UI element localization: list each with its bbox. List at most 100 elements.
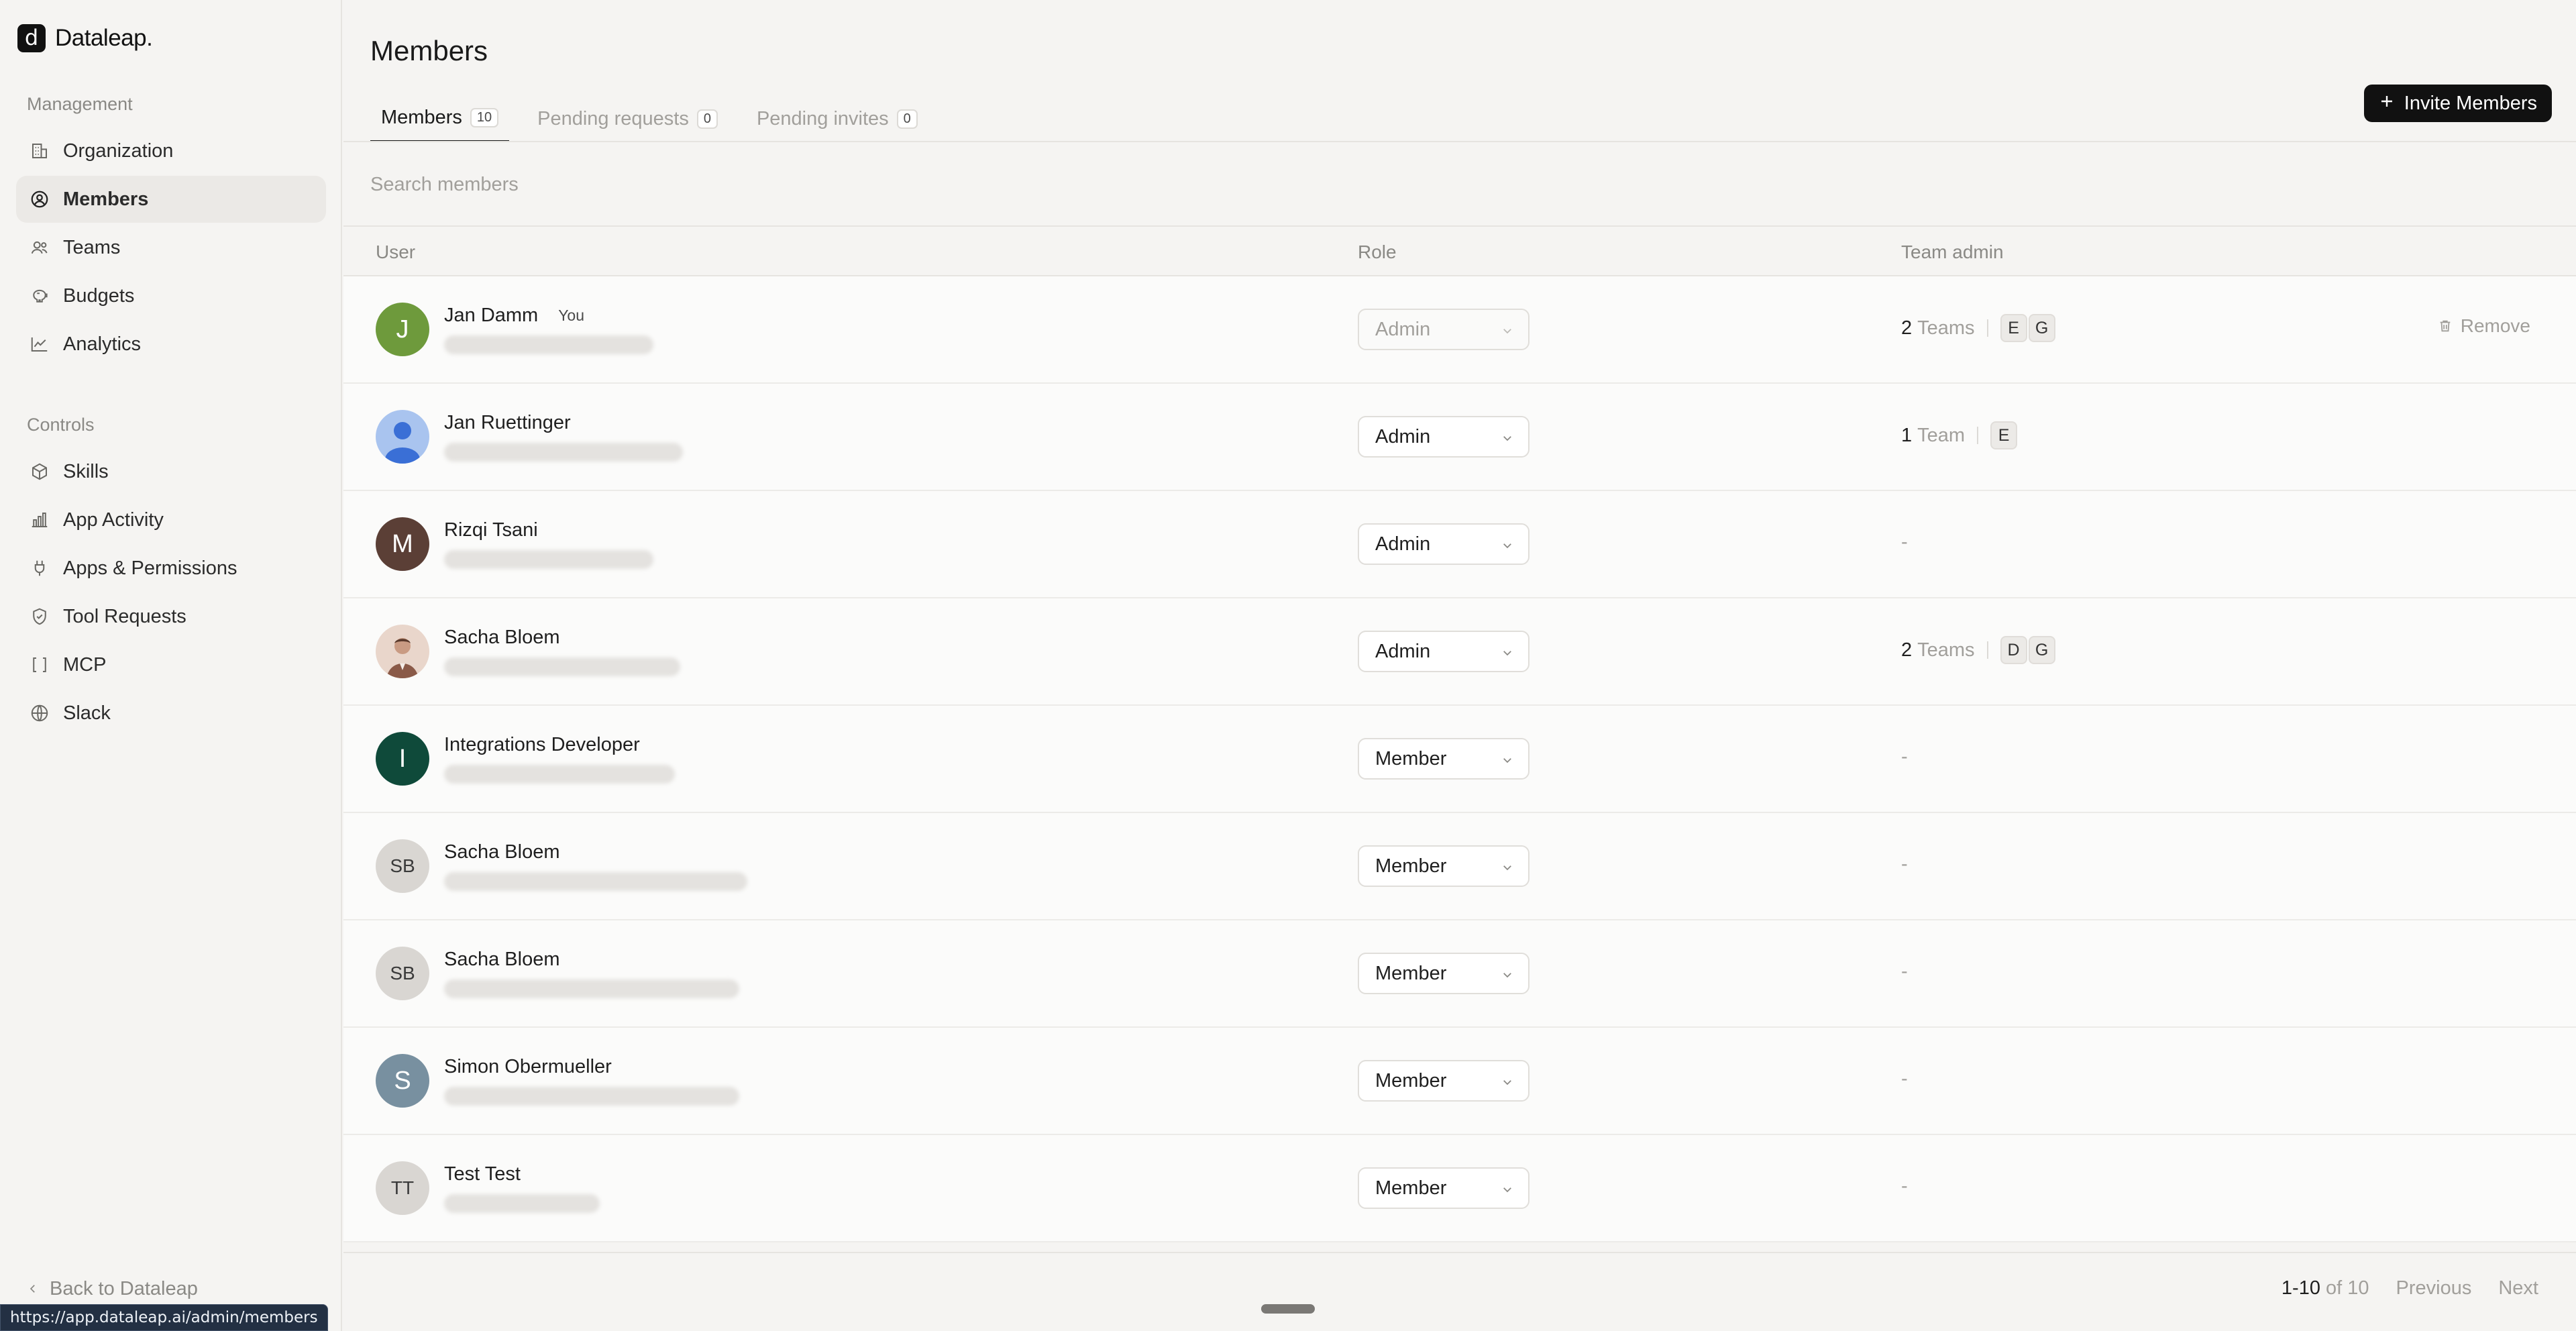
sidebar-item-label: App Activity xyxy=(63,509,164,531)
brand-logo[interactable]: d Dataleap. xyxy=(17,24,153,52)
sidebar-item-analytics[interactable]: Analytics xyxy=(16,321,326,368)
pagination-total: of 10 xyxy=(2326,1277,2369,1299)
sidebar-item-skills[interactable]: Skills xyxy=(16,448,326,495)
sidebar-item-mcp[interactable]: MCP xyxy=(16,641,326,688)
tab-pending-invites[interactable]: Pending invites 0 xyxy=(746,95,928,142)
role-select[interactable]: Admin xyxy=(1358,416,1529,458)
avatar: SB xyxy=(376,947,429,1000)
sidebar-item-apps-permissions[interactable]: Apps & Permissions xyxy=(16,545,326,592)
member-name: Sacha Bloem xyxy=(444,949,560,971)
team-chip[interactable]: G xyxy=(2028,314,2055,342)
blurred-email xyxy=(444,979,739,998)
role-select[interactable]: Member xyxy=(1358,1060,1529,1102)
sidebar-item-app-activity[interactable]: App Activity xyxy=(16,496,326,543)
team-chip[interactable]: G xyxy=(2028,636,2055,664)
sidebar-item-members[interactable]: Members xyxy=(16,176,326,223)
team-count-label: Teams xyxy=(1917,317,1975,339)
back-to-dataleap-link[interactable]: Back to Dataleap xyxy=(27,1278,198,1300)
sidebar-item-label: Tool Requests xyxy=(63,605,186,627)
table-row: S Simon Obermueller Member - xyxy=(343,1028,2576,1135)
avatar xyxy=(376,410,429,464)
team-divider xyxy=(1986,641,1988,659)
team-divider xyxy=(1977,427,1979,444)
role-select[interactable]: Admin xyxy=(1358,523,1529,565)
member-name: Sacha Bloem xyxy=(444,627,560,649)
remove-label: Remove xyxy=(2460,315,2530,336)
team-count-label: Team xyxy=(1917,424,1966,446)
previous-page-button[interactable]: Previous xyxy=(2396,1277,2472,1299)
tab-count-badge: 0 xyxy=(896,109,918,129)
trash-icon xyxy=(2440,320,2451,332)
avatar: J xyxy=(376,303,429,356)
role-value: Member xyxy=(1375,1177,1447,1199)
team-chip[interactable]: E xyxy=(2000,314,2027,342)
tab-label: Pending requests xyxy=(537,107,689,129)
role-select[interactable]: Member xyxy=(1358,738,1529,780)
sidebar-item-label: Teams xyxy=(63,236,121,258)
tab-label: Pending invites xyxy=(756,107,889,129)
tab-pending-requests[interactable]: Pending requests 0 xyxy=(527,95,729,142)
member-name-text: Jan Ruettinger xyxy=(444,412,571,433)
brackets-icon xyxy=(30,655,50,675)
role-select[interactable]: Admin xyxy=(1358,631,1529,672)
role-select[interactable]: Member xyxy=(1358,953,1529,994)
table-row: I Integrations Developer Member - xyxy=(343,706,2576,813)
management-section-label: Management xyxy=(27,94,133,114)
member-name-text: Integrations Developer xyxy=(444,734,640,755)
team-admin-cell: 2 Teams D G xyxy=(1901,636,2057,664)
team-count: 1 xyxy=(1901,424,1913,446)
search-input[interactable] xyxy=(370,169,1175,200)
sidebar-item-tool-requests[interactable]: Tool Requests xyxy=(16,593,326,640)
tab-members[interactable]: Members 10 xyxy=(370,95,510,142)
role-value: Admin xyxy=(1375,425,1431,447)
pagination-range: 1-10 of 10 xyxy=(2282,1277,2369,1299)
member-name-text: Rizqi Tsani xyxy=(444,519,538,541)
tab-count-badge: 10 xyxy=(470,108,499,127)
sidebar-item-label: Apps & Permissions xyxy=(63,557,237,579)
table-row: SB Sacha Bloem Member - xyxy=(343,920,2576,1028)
sidebar-item-label: Analytics xyxy=(63,333,142,355)
invite-members-button[interactable]: Invite Members xyxy=(2363,85,2552,122)
members-tabs: Members 10 Pending requests 0 Pending in… xyxy=(370,95,928,142)
team-chip[interactable]: E xyxy=(1990,421,2018,449)
next-page-button[interactable]: Next xyxy=(2498,1277,2538,1299)
sidebar-item-organization[interactable]: Organization xyxy=(16,127,326,174)
tab-count-badge: 0 xyxy=(696,109,718,129)
you-badge: You xyxy=(558,307,585,324)
member-name-text: Sacha Bloem xyxy=(444,841,560,863)
member-name-text: Sacha Bloem xyxy=(444,627,560,648)
sidebar-item-budgets[interactable]: Budgets xyxy=(16,272,326,319)
users-icon xyxy=(30,237,50,258)
blurred-email xyxy=(444,550,653,569)
bar-chart-icon xyxy=(30,510,50,530)
pagination-range-value: 1-10 xyxy=(2281,1277,2320,1299)
globe-icon xyxy=(30,703,50,723)
page-title: Members xyxy=(370,35,488,66)
blurred-email xyxy=(444,657,680,676)
drag-handle[interactable] xyxy=(1261,1304,1315,1314)
default-user-avatar-icon xyxy=(385,422,420,464)
member-name: Test Test xyxy=(444,1163,521,1185)
status-bar-url: https://app.dataleap.ai/admin/members xyxy=(0,1304,328,1331)
team-count-label: Teams xyxy=(1917,639,1975,661)
sidebar-item-teams[interactable]: Teams xyxy=(16,224,326,271)
blurred-email xyxy=(444,1194,600,1213)
avatar: SB xyxy=(376,839,429,893)
table-row: TT Test Test Member - xyxy=(343,1135,2576,1242)
chevron-down-icon xyxy=(1503,758,1511,763)
table-row: M Rizqi Tsani Admin - xyxy=(343,491,2576,598)
team-admin-empty: - xyxy=(1901,853,1908,875)
member-name: Simon Obermueller xyxy=(444,1056,612,1078)
remove-button[interactable]: Remove xyxy=(2438,315,2530,337)
role-select[interactable]: Member xyxy=(1358,845,1529,887)
role-select[interactable]: Admin xyxy=(1358,309,1529,350)
role-select[interactable]: Member xyxy=(1358,1167,1529,1209)
role-value: Admin xyxy=(1375,640,1431,662)
user-circle-icon xyxy=(30,189,50,209)
team-chip[interactable]: D xyxy=(2000,636,2027,664)
plus-icon xyxy=(2379,93,2395,115)
table-footer: 1-10 of 10 Previous Next xyxy=(343,1252,2576,1331)
team-divider xyxy=(1986,319,1988,337)
blurred-email xyxy=(444,872,747,891)
sidebar-item-slack[interactable]: Slack xyxy=(16,690,326,737)
